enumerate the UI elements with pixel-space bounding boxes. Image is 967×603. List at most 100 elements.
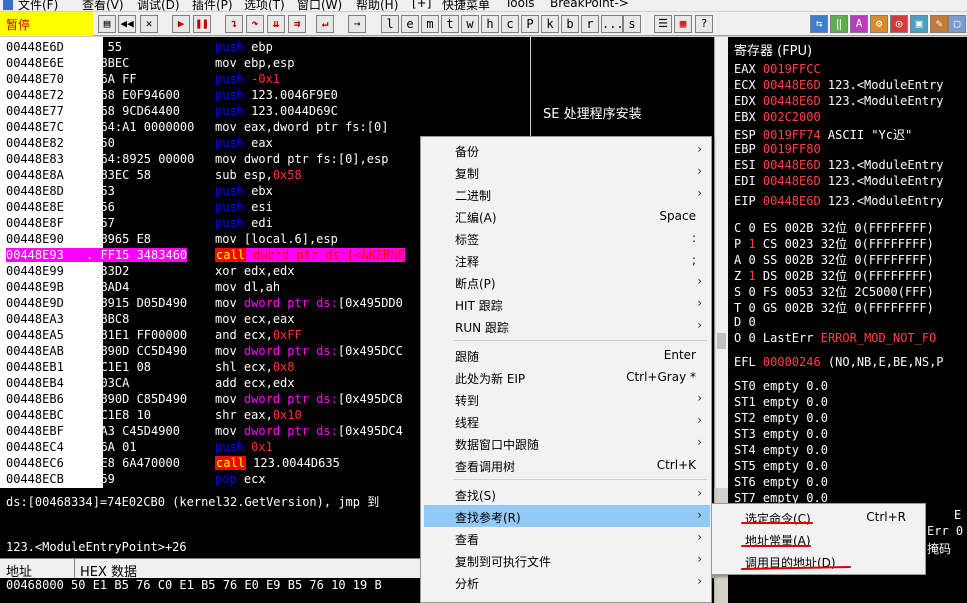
- a-plugin-icon[interactable]: A: [850, 15, 868, 33]
- context-menu-item[interactable]: HIT 跟踪 ›: [424, 293, 710, 315]
- run-icon[interactable]: ▶: [172, 15, 190, 33]
- window-c-button[interactable]: c: [501, 15, 519, 33]
- window-l-button[interactable]: l: [381, 15, 399, 33]
- disasm-row[interactable]: 00448E72. 68 E0F94600 push 123.0046F9E0: [0, 87, 530, 103]
- menu-options[interactable]: 选项(T): [244, 0, 285, 11]
- menu-breakpoint[interactable]: BreakPoint->: [550, 0, 629, 10]
- context-menu-item[interactable]: 注释;: [424, 249, 710, 271]
- flag-d[interactable]: D 0: [734, 315, 756, 331]
- help-icon[interactable]: ?: [695, 15, 713, 33]
- disasm-row[interactable]: 00448E7C. 64:A1 0000000 mov eax,dword ptr…: [0, 119, 530, 135]
- submenu-item[interactable]: 选定命令(C) Ctrl+R: [715, 506, 922, 528]
- fpu-st1[interactable]: ST1 empty 0.0: [734, 395, 828, 411]
- trace-into-icon[interactable]: ⇊: [267, 15, 285, 33]
- pencil-icon[interactable]: ✎: [930, 15, 948, 33]
- context-menu-item[interactable]: 查找(S) ›: [424, 483, 710, 505]
- fpu-st6[interactable]: ST6 empty 0.0: [734, 475, 828, 491]
- fpu-st5[interactable]: ST5 empty 0.0: [734, 459, 828, 475]
- context-menu-item[interactable]: 复制 ›: [424, 161, 710, 183]
- window-t-button[interactable]: t: [441, 15, 459, 33]
- disasm-row[interactable]: 00448E77. 68 9CD64400 push 123.0044D69C: [0, 103, 530, 119]
- register-eip[interactable]: EIP 00448E6D 123.<ModuleEntry: [734, 194, 944, 210]
- window-p-button[interactable]: P: [521, 15, 539, 33]
- context-menu-item[interactable]: 断点(P) ›: [424, 271, 710, 293]
- target-icon[interactable]: ◎: [890, 15, 908, 33]
- window-more-button[interactable]: ...: [601, 15, 624, 33]
- menu-help[interactable]: 帮助(H): [356, 0, 398, 11]
- menu-view[interactable]: 查看(V): [82, 0, 124, 11]
- register-esp[interactable]: ESP 0019FF74 ASCII "Yc迟": [734, 126, 912, 142]
- context-menu-item[interactable]: 标签:: [424, 227, 710, 249]
- fpu-st0[interactable]: ST0 empty 0.0: [734, 379, 828, 395]
- menu-plus[interactable]: [+]: [412, 0, 431, 10]
- window-m-button[interactable]: m: [421, 15, 439, 33]
- flag-a[interactable]: A 0 SS 002B 32位 0(FFFFFFFF): [734, 251, 934, 267]
- context-menu-item[interactable]: 此处为新 EIP Ctrl+Gray *: [424, 366, 710, 388]
- context-menu-item[interactable]: 汇编(A) Space: [424, 205, 710, 227]
- register-efl[interactable]: EFL 00000246 (NO,NB,E,BE,NS,P: [734, 355, 944, 371]
- disasm-row[interactable]: 00448E6D ┌$ 55 push ebp: [0, 39, 530, 55]
- window-s-button[interactable]: s: [623, 15, 641, 33]
- register-ebp[interactable]: EBP 0019FF80: [734, 142, 821, 158]
- context-menu-item[interactable]: 二进制 ›: [424, 183, 710, 205]
- menu-tools[interactable]: Tools: [505, 0, 535, 10]
- list-icon[interactable]: ☰: [654, 15, 672, 33]
- context-menu-item[interactable]: 跟随 Enter: [424, 344, 710, 366]
- menu-file[interactable]: 文件(F): [18, 0, 58, 11]
- context-menu-item[interactable]: 转到 ›: [424, 388, 710, 410]
- disasm-row[interactable]: 00448E6E. 8BEC mov ebp,esp: [0, 55, 530, 71]
- registers-pane[interactable]: 寄存器 (FPU) EAX 0019FFCC ECX 00448E6D 123.<…: [728, 37, 967, 508]
- window-k-button[interactable]: k: [541, 15, 559, 33]
- menu-window[interactable]: 窗口(W): [297, 0, 342, 11]
- gear-icon[interactable]: ⚙: [870, 15, 888, 33]
- register-ebx[interactable]: EBX 002C2000: [734, 110, 821, 126]
- close-icon[interactable]: ✕: [140, 15, 158, 33]
- pause-icon[interactable]: ❚❚: [193, 15, 211, 33]
- open-folder-icon[interactable]: ▤: [98, 15, 116, 33]
- disassembly-scrollbar[interactable]: [714, 37, 728, 488]
- register-edx[interactable]: EDX 00448E6D 123.<ModuleEntry: [734, 94, 944, 110]
- pause-plugin-icon[interactable]: ‖: [830, 15, 848, 33]
- context-menu-item[interactable]: 查看 ›: [424, 527, 710, 549]
- trace-over-icon[interactable]: ⇉: [288, 15, 306, 33]
- flag-s[interactable]: S 0 FS 0053 32位 2C5000(FFF): [734, 283, 934, 299]
- disasm-row[interactable]: 00448E70. 6A FF push -0x1: [0, 71, 530, 87]
- go-to-icon[interactable]: →: [348, 15, 366, 33]
- fpu-st4[interactable]: ST4 empty 0.0: [734, 443, 828, 459]
- scrollbar-thumb[interactable]: [717, 333, 726, 349]
- register-ecx[interactable]: ECX 00448E6D 123.<ModuleEntry: [734, 78, 944, 94]
- execute-till-return-icon[interactable]: ↵: [316, 15, 334, 33]
- step-into-icon[interactable]: ↴: [225, 15, 243, 33]
- menu-debug[interactable]: 调试(D): [137, 0, 180, 11]
- menu-plugins[interactable]: 插件(P): [192, 0, 233, 11]
- context-menu-item[interactable]: 备份 ›: [424, 139, 710, 161]
- table-icon[interactable]: ▦: [674, 15, 692, 33]
- cmd-icon[interactable]: ▣: [910, 15, 928, 33]
- rewind-icon[interactable]: ◀◀: [118, 15, 136, 33]
- flag-o[interactable]: O 0 LastErr ERROR_MOD_NOT_FO: [734, 331, 936, 347]
- context-menu-item[interactable]: 复制到可执行文件 ›: [424, 549, 710, 571]
- menu-shortcut[interactable]: 快捷菜单: [442, 0, 490, 11]
- flag-t[interactable]: T 0 GS 002B 32位 0(FFFFFFFF): [734, 299, 934, 315]
- register-eax[interactable]: EAX 0019FFCC: [734, 62, 821, 78]
- fpu-st2[interactable]: ST2 empty 0.0: [734, 411, 828, 427]
- window-w-button[interactable]: w: [461, 15, 479, 33]
- flag-c[interactable]: C 0 ES 002B 32位 0(FFFFFFFF): [734, 219, 934, 235]
- register-edi[interactable]: EDI 00448E6D 123.<ModuleEntry: [734, 174, 944, 190]
- window-e-button[interactable]: e: [401, 15, 419, 33]
- window-r-button[interactable]: r: [581, 15, 599, 33]
- context-menu-item[interactable]: 查找参考(R) ›: [424, 505, 710, 527]
- step-over-icon[interactable]: ↷: [246, 15, 264, 33]
- flag-z[interactable]: Z 1 DS 002B 32位 0(FFFFFFFF): [734, 267, 934, 283]
- context-menu-item[interactable]: RUN 跟踪 ›: [424, 315, 710, 337]
- window-b-button[interactable]: b: [561, 15, 579, 33]
- window-h-button[interactable]: h: [481, 15, 499, 33]
- window-icon[interactable]: ▢: [948, 15, 966, 33]
- refresh-icon[interactable]: ⇆: [810, 15, 828, 33]
- register-esi[interactable]: ESI 00448E6D 123.<ModuleEntry: [734, 158, 944, 174]
- flag-p[interactable]: P 1 CS 0023 32位 0(FFFFFFFF): [734, 235, 934, 251]
- context-menu-item[interactable]: 线程 ›: [424, 410, 710, 432]
- context-menu-item[interactable]: 查看调用树 Ctrl+K: [424, 454, 710, 476]
- context-menu-item[interactable]: 分析 ›: [424, 571, 710, 593]
- fpu-st3[interactable]: ST3 empty 0.0: [734, 427, 828, 443]
